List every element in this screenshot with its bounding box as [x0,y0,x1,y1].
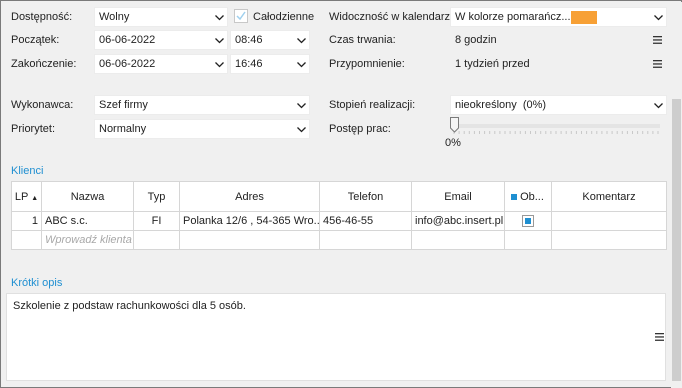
availability-value: Wolny [99,11,130,23]
cell-comment [551,211,667,231]
progress-value: 0% [445,137,461,149]
priority-label: Priorytet: [11,123,56,135]
description-textarea[interactable]: Szkolenie z podstaw rachunkowości dla 5 … [6,293,666,381]
chevron-down-icon [214,60,224,70]
chevron-down-icon [653,101,663,111]
column-header-label: Typ [147,190,166,203]
new-client-row[interactable]: Wprowadź klienta [11,230,667,250]
cell-address: Polanka 12/6 , 54-365 Wro... [179,211,320,231]
cell-ob[interactable] [504,211,552,231]
end-time-value: 16:46 [235,58,263,70]
calendar-visibility-value: W kolorze pomarańcz... [455,11,571,23]
cell-type: FI [133,211,180,231]
performer-label: Wykonawca: [11,99,74,111]
availability-select[interactable]: Wolny [94,7,228,27]
checkmark-icon [234,9,248,23]
new-client-input[interactable]: Wprowadź klienta [41,230,134,250]
start-time-value: 08:46 [235,34,263,46]
reminder-label: Przypomnienie: [329,58,405,70]
table-row[interactable]: 1 ABC s.c. FI Polanka 12/6 , 54-365 Wro.… [11,211,667,231]
column-header-label: Komentarz [582,190,636,203]
priority-value: Normalny [99,123,147,135]
column-header-label: Nazwa [70,190,105,203]
table-header-row: LP ▲ Nazwa Typ Adres Telefon Email Ob...… [11,181,667,212]
cell-address [179,230,320,250]
cell-email [411,230,505,250]
calendar-visibility-label: Widoczność w kalendarzu: [329,11,460,23]
priority-select[interactable]: Normalny [94,119,310,139]
column-header-label: Telefon [347,190,384,203]
reminder-value: 1 tydzień przed [455,58,530,70]
description-text: Szkolenie z podstaw rachunkowości dla 5 … [13,300,246,312]
duration-field[interactable]: 8 godzin [450,30,667,50]
blue-square-icon [511,193,517,200]
cell-lp [11,230,42,250]
column-header-phone[interactable]: Telefon [319,181,412,212]
chevron-down-icon [296,60,306,70]
cell-phone [319,230,412,250]
hamburger-menu-icon[interactable] [653,59,662,69]
end-date-value: 06-06-2022 [99,58,156,70]
cell-email: info@abc.insert.pl [411,211,505,231]
duration-label: Czas trwania: [329,34,396,46]
end-label: Zakończenie: [11,58,77,70]
progress-slider[interactable] [450,117,662,137]
hamburger-menu-icon[interactable] [655,332,664,345]
end-time-picker[interactable]: 16:46 [230,54,310,74]
column-header-ob[interactable]: Ob... [504,181,552,212]
chevron-down-icon [296,125,306,135]
chevron-down-icon [296,36,306,46]
cell-ob [504,230,552,250]
column-header-label: Ob... [520,190,544,203]
clients-section-title: Klienci [11,165,44,177]
chevron-down-icon [653,13,663,23]
start-date-value: 06-06-2022 [99,34,156,46]
column-header-address[interactable]: Adres [179,181,320,212]
reminder-field[interactable]: 1 tydzień przed [450,54,667,74]
scrollbar-thumb[interactable] [672,99,681,381]
cell-type [133,230,180,250]
completion-select[interactable]: nieokreślony (0%) [450,95,667,115]
slider-track [452,124,660,134]
start-time-picker[interactable]: 08:46 [230,30,310,50]
calendar-visibility-select[interactable]: W kolorze pomarańcz... [450,7,667,27]
progress-label: Postęp prac: [329,123,391,135]
ob-checkbox[interactable] [522,215,534,228]
column-header-label: LP [14,190,29,203]
chevron-down-icon [214,13,224,23]
completion-label: Stopień realizacji: [329,99,416,111]
start-date-picker[interactable]: 06-06-2022 [94,30,228,50]
chevron-down-icon [214,36,224,46]
cell-phone: 456-46-55 [319,211,412,231]
end-date-picker[interactable]: 06-06-2022 [94,54,228,74]
completion-value: nieokreślony (0%) [455,99,547,111]
chevron-down-icon [296,101,306,111]
checked-square-icon [525,218,531,225]
sort-ascending-icon: ▲ [31,194,39,202]
color-swatch [571,11,597,24]
column-header-label: Email [444,190,472,203]
column-header-lp[interactable]: LP ▲ [11,181,42,212]
clients-table: LP ▲ Nazwa Typ Adres Telefon Email Ob...… [11,181,667,250]
slider-thumb[interactable] [450,117,459,133]
column-header-type[interactable]: Typ [133,181,180,212]
column-header-name[interactable]: Nazwa [41,181,134,212]
all-day-label: Całodzienne [253,11,315,23]
task-form-window: Dostępność: Wolny Całodzienne Widoczność… [0,0,682,388]
column-header-comment[interactable]: Komentarz [551,181,667,212]
performer-select[interactable]: Szef firmy [94,95,310,115]
start-label: Początek: [11,34,60,46]
all-day-checkbox[interactable] [234,9,248,23]
cell-name: ABC s.c. [41,211,134,231]
duration-value: 8 godzin [455,34,497,46]
performer-value: Szef firmy [99,99,148,111]
column-header-email[interactable]: Email [411,181,505,212]
hamburger-menu-icon[interactable] [653,35,662,45]
description-section-title: Krótki opis [11,277,63,289]
cell-lp: 1 [11,211,42,231]
cell-comment [551,230,667,250]
column-header-label: Adres [235,190,264,203]
availability-label: Dostępność: [11,11,73,23]
